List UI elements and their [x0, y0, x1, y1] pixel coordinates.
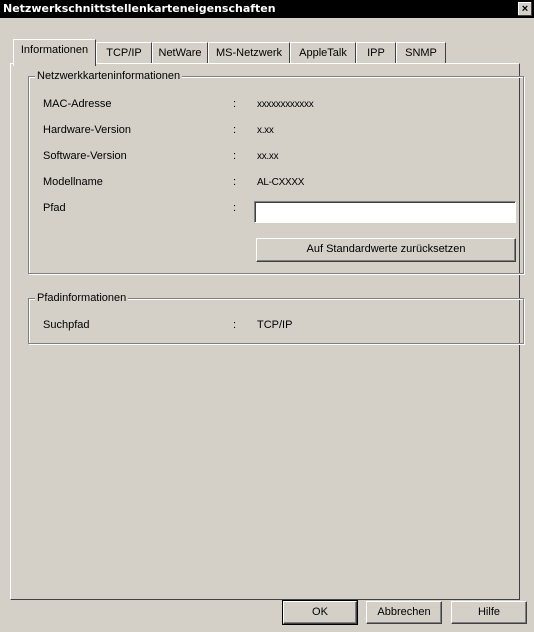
tab-panel-informationen: Netzwerkkarteninformationen MAC-Adresse … [10, 63, 524, 600]
reset-defaults-label: Auf Standardwerte zurücksetzen [306, 243, 466, 255]
tab-label: MS-Netzwerk [215, 47, 282, 59]
reset-defaults-button[interactable]: Auf Standardwerte zurücksetzen [256, 238, 516, 262]
mac-address-label: MAC-Adresse [43, 98, 112, 110]
tab-label: SNMP [405, 47, 437, 59]
help-button[interactable]: Hilfe [451, 601, 527, 624]
model-name-value: AL-CXXXX [257, 177, 305, 188]
cancel-button[interactable]: Abbrechen [366, 601, 442, 624]
tab-ipp[interactable]: IPP [356, 42, 396, 64]
close-icon: × [521, 3, 529, 15]
tab-tcp-ip[interactable]: TCP/IP [96, 42, 152, 64]
tab-netware[interactable]: NetWare [152, 42, 208, 64]
software-version-value: xx.xx [257, 151, 279, 162]
window-title: Netzwerkschnittstellenkarteneigenschafte… [3, 2, 276, 15]
help-button-label: Hilfe [477, 606, 500, 618]
hardware-version-colon: : [233, 124, 237, 136]
tab-informationen[interactable]: Informationen [13, 39, 96, 66]
path-info-group: Pfadinformationen Suchpfad : TCP/IP [28, 292, 524, 344]
netcard-group-title: Netzwerkkarteninformationen [35, 70, 183, 82]
hardware-version-value: x.xx [257, 125, 274, 136]
search-path-value: TCP/IP [257, 319, 293, 331]
path-label: Pfad [43, 202, 66, 214]
tab-appletalk[interactable]: AppleTalk [290, 42, 356, 64]
close-button[interactable]: × [518, 2, 532, 16]
software-version-colon: : [233, 150, 237, 162]
ok-button[interactable]: OK [282, 600, 358, 625]
model-name-label: Modellname [43, 176, 103, 188]
netcard-info-group: Netzwerkkarteninformationen MAC-Adresse … [28, 70, 524, 274]
tab-label: Informationen [20, 44, 89, 56]
tab-label: NetWare [158, 47, 202, 59]
mac-address-colon: : [233, 98, 237, 110]
ok-button-label: OK [312, 606, 328, 618]
hardware-version-label: Hardware-Version [43, 124, 132, 136]
cancel-button-label: Abbrechen [377, 606, 431, 618]
path-colon: : [233, 202, 237, 214]
tab-label: TCP/IP [106, 47, 142, 59]
tab-label: IPP [367, 47, 385, 59]
software-version-label: Software-Version [43, 150, 127, 162]
mac-address-value: xxxxxxxxxxxx [257, 99, 314, 110]
search-path-label: Suchpfad [43, 319, 90, 331]
tab-snmp[interactable]: SNMP [396, 42, 446, 64]
tab-label: AppleTalk [299, 47, 347, 59]
title-bar[interactable]: Netzwerkschnittstellenkarteneigenschafte… [0, 0, 534, 18]
model-name-colon: : [233, 176, 237, 188]
tab-ms-netzwerk[interactable]: MS-Netzwerk [208, 42, 290, 64]
search-path-colon: : [233, 319, 237, 331]
path-group-title: Pfadinformationen [35, 292, 129, 304]
path-input[interactable] [254, 201, 516, 223]
